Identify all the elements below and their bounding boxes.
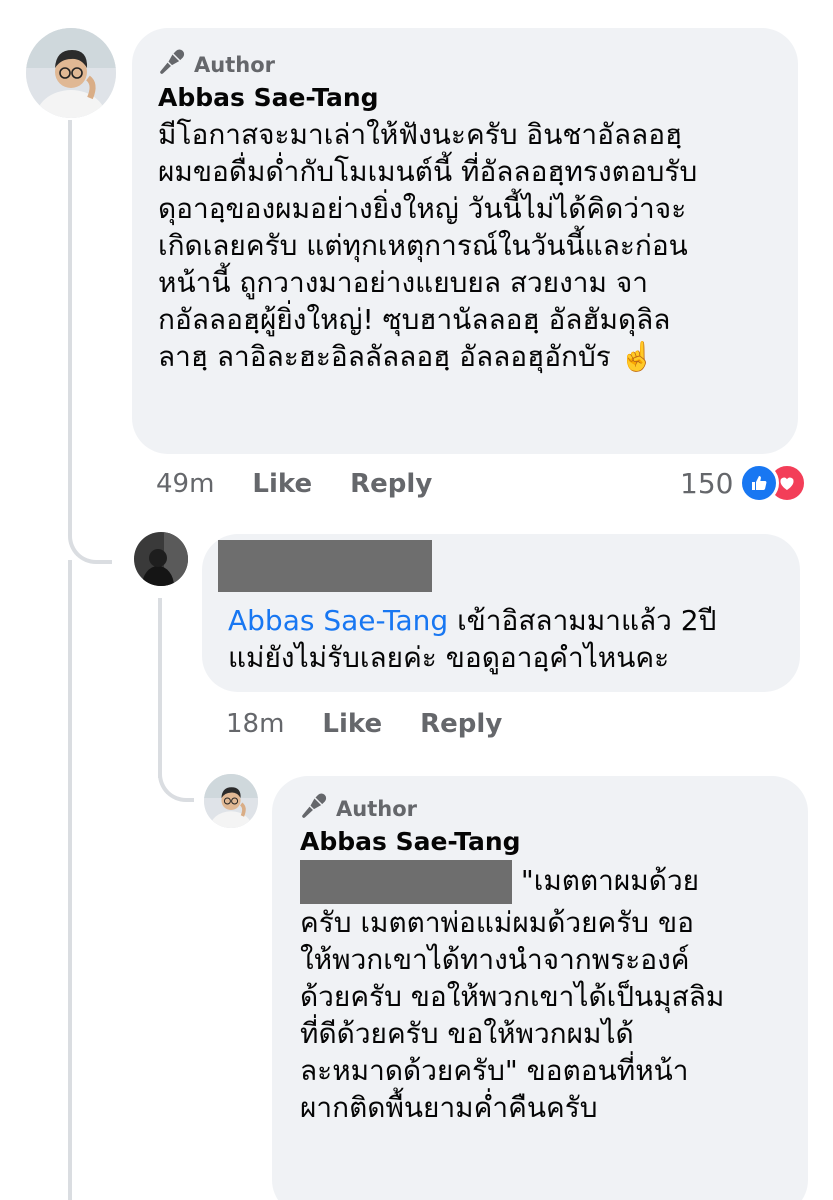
like-button[interactable]: Like	[252, 469, 312, 499]
comment-text: มีโอกาสจะมาเล่าให้ฟังนะครับ อินชาอัลลอฮฺ…	[158, 118, 698, 373]
reply1-avatar[interactable]	[134, 532, 188, 586]
microphone-icon	[300, 792, 328, 825]
thread-line-main-lower	[68, 560, 72, 1200]
reply1-timestamp[interactable]: 18m	[226, 709, 284, 739]
mention-link[interactable]: Abbas Sae-Tang	[228, 604, 448, 637]
reply2-text: "เมตตาผมด้วย ครับ เมตตาพ่อแม่ผมด้วยครับ …	[300, 860, 780, 1126]
comment-bubble[interactable]: Author Abbas Sae-Tang มีโอกาสจะมาเล่าให้…	[132, 28, 798, 454]
reply1-text: Abbas Sae-Tang เข้าอิสลามมาแล้ว 2ปี แม่ย…	[228, 602, 774, 676]
reply1-like-button[interactable]: Like	[322, 709, 382, 739]
reply2-author-badge: Author	[300, 792, 780, 825]
reply2-text-line1: "เมตตาผมด้วย	[512, 864, 700, 897]
commenter-name[interactable]: Abbas Sae-Tang	[158, 83, 772, 112]
reply2-bubble[interactable]: Author Abbas Sae-Tang "เมตตาผมด้วย ครับ …	[272, 776, 808, 1200]
comment-thread: Author Abbas Sae-Tang มีโอกาสจะมาเล่าให้…	[0, 0, 833, 1200]
reply-button[interactable]: Reply	[350, 469, 432, 499]
author-badge: Author	[158, 48, 772, 81]
reply1-reply-button[interactable]: Reply	[420, 709, 502, 739]
reply2-commenter-name[interactable]: Abbas Sae-Tang	[300, 827, 780, 856]
thread-curve-reply1	[68, 500, 112, 564]
author-badge-label: Author	[194, 52, 275, 77]
microphone-icon	[158, 48, 186, 81]
reply2-author-avatar[interactable]	[204, 774, 258, 828]
thread-curve-reply2	[158, 750, 194, 802]
author-avatar[interactable]	[26, 28, 116, 118]
comment-timestamp[interactable]: 49m	[156, 469, 214, 499]
redacted-name	[218, 540, 432, 592]
reply1-actions: 18m Like Reply	[226, 706, 502, 742]
thread-line-main	[68, 120, 72, 530]
reaction-count: 150	[680, 466, 734, 500]
reply2-text-rest: ครับ เมตตาพ่อแม่ผมด้วยครับ ขอ ให้พวกเขาไ…	[300, 906, 725, 1124]
redacted-mention	[300, 860, 512, 904]
comment-actions: 49m Like Reply	[156, 466, 432, 502]
reply1-bubble[interactable]: Abbas Sae-Tang เข้าอิสลามมาแล้ว 2ปี แม่ย…	[202, 534, 800, 692]
reply2-author-badge-label: Author	[336, 796, 417, 821]
reaction-summary[interactable]: 150	[680, 462, 808, 504]
